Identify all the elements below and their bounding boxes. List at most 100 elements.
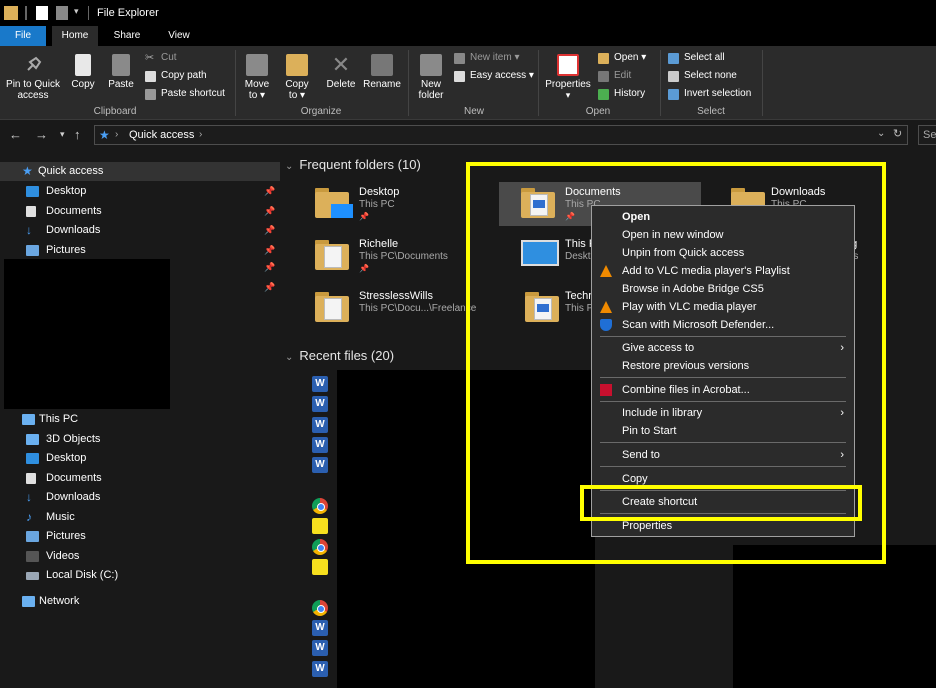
sidebar-item-pictures[interactable]: Pictures 📌 [24,241,276,260]
sidebar-item-documents[interactable]: Documents 📌 [24,202,276,221]
star-icon: ★ [22,164,33,178]
up-arrow-icon[interactable]: ↑ [74,127,81,142]
pin-icon[interactable]: 📌 [264,202,275,221]
new-folder-label-2: folder [418,90,444,101]
word-icon[interactable]: W [312,396,328,412]
new-folder-button[interactable]: New folder [414,54,448,101]
sidebar-item-music[interactable]: ♪ Music [24,508,276,527]
sidebar-item-label: Music [46,511,75,523]
sidebar-item-downloads[interactable]: ↓ Downloads [24,488,276,507]
folder-name: StresslessWills [359,290,433,302]
sidebar-item-this-pc[interactable]: This PC [20,410,276,429]
refresh-icon[interactable]: ↻ [893,127,902,140]
word-icon[interactable]: W [312,620,328,636]
sidebar-item-quick-access[interactable]: ★ Quick access [0,162,280,181]
sidebar-item-downloads[interactable]: ↓ Downloads 📌 [24,221,276,240]
move-to-button[interactable]: Move to ▾ [240,54,274,101]
breadcrumb-quick-access[interactable]: Quick access [129,129,194,141]
word-icon[interactable]: W [312,640,328,656]
word-icon[interactable]: W [312,437,328,453]
breadcrumb-chevron-icon[interactable]: › [199,129,202,140]
rename-button[interactable]: Rename [362,54,402,90]
sidebar-item-desktop[interactable]: Desktop [24,449,276,468]
copy-label: Copy [71,79,95,90]
address-dropdown-icon[interactable]: ⌄ [877,128,885,139]
copy-to-button[interactable]: Copy to ▾ [280,54,314,101]
tab-share[interactable]: Share [104,26,150,46]
search-placeholder: Se [923,129,936,141]
qat-dropdown-icon[interactable]: ▾ [74,6,79,17]
new-item-button[interactable]: New item ▾ [454,50,520,66]
word-icon[interactable]: W [312,417,328,433]
paste-shortcut-label: Paste shortcut [161,88,225,99]
folder-path: This PC [359,199,395,210]
pictures-icon [26,245,39,256]
tab-home[interactable]: Home [52,26,98,46]
sidebar-item-local-disk[interactable]: Local Disk (C:) [24,566,276,585]
sidebar-item-label: Pictures [46,530,86,542]
breadcrumb-chevron-icon[interactable]: › [115,129,118,140]
download-arrow-icon: ↓ [26,223,32,237]
sidebar-item-pictures[interactable]: Pictures [24,527,276,546]
copy-path-button[interactable]: Copy path [145,68,207,84]
new-item-label: New item [470,52,512,63]
chrome-icon[interactable] [312,600,328,616]
rename-icon [371,54,393,76]
select-none-button[interactable]: Select none [668,68,737,84]
tab-file[interactable]: File [0,26,46,46]
folder-name: Desktop [359,186,400,198]
pin-icon[interactable]: 📌 [264,241,275,260]
sidebar-item-desktop[interactable]: Desktop 📌 [24,182,276,201]
select-all-button[interactable]: Select all [668,50,725,66]
js-file-icon[interactable] [312,518,328,534]
open-label: Open [614,52,639,63]
recent-files-header[interactable]: ⌄ Recent files (20) [285,348,394,363]
cut-button[interactable]: ✂ Cut [145,50,177,66]
invert-selection-icon [668,89,679,100]
pin-icon[interactable]: 📌 [264,182,275,201]
copy-path-label: Copy path [161,70,207,81]
paste-button[interactable]: Paste [106,54,136,90]
chrome-icon[interactable] [312,539,328,555]
new-folder-label: New [420,79,441,90]
sidebar-item-documents[interactable]: Documents [24,469,276,488]
copy-button[interactable]: Copy [68,54,98,90]
pin-icon: 📌 [359,212,369,221]
word-icon[interactable]: W [312,661,328,677]
recent-locations-chevron-icon[interactable]: ▾ [60,129,65,140]
back-arrow-icon[interactable]: ← [9,127,22,142]
frequent-folders-header[interactable]: ⌄ Frequent folders (10) [285,157,421,172]
chrome-icon[interactable] [312,498,328,514]
sidebar-item-3d-objects[interactable]: 3D Objects [24,430,276,449]
forward-arrow-icon[interactable]: → [35,127,48,142]
sidebar-item-label: Documents [46,205,102,217]
pin-icon[interactable]: 📌 [264,282,275,293]
pin-to-quick-access-button[interactable]: Pin to Quick access [4,54,62,101]
open-button[interactable]: Open ▾ [598,50,646,66]
chevron-down-icon: ⌄ [285,352,294,363]
properties-qat-icon[interactable] [36,6,48,20]
sidebar-item-videos[interactable]: Videos [24,547,276,566]
word-icon[interactable]: W [312,457,328,473]
ribbon-separator [762,50,763,116]
invert-selection-button[interactable]: Invert selection [668,86,751,102]
paste-shortcut-button[interactable]: Paste shortcut [145,86,225,102]
pin-icon[interactable]: 📌 [264,221,275,240]
edit-button[interactable]: Edit [598,68,631,84]
word-icon[interactable]: W [312,376,328,392]
properties-button[interactable]: Properties ▾ [542,54,594,101]
search-input[interactable]: Se [918,125,936,145]
tab-view[interactable]: View [156,26,202,46]
history-button[interactable]: History [598,86,645,102]
sidebar-item-network[interactable]: Network [20,592,276,611]
history-icon [598,89,609,100]
new-folder-qat-icon[interactable] [56,6,68,20]
js-file-icon[interactable] [312,559,328,575]
delete-button[interactable]: ✕ Delete [324,54,358,91]
pin-icon[interactable]: 📌 [264,262,275,273]
address-bar[interactable]: ★ › Quick access › ⌄ ↻ [94,125,908,145]
easy-access-label: Easy access [470,70,527,81]
clipboard-group-label: Clipboard [93,106,137,117]
easy-access-button[interactable]: Easy access ▾ [454,68,534,84]
properties-dropdown-icon[interactable]: ▾ [542,90,594,101]
